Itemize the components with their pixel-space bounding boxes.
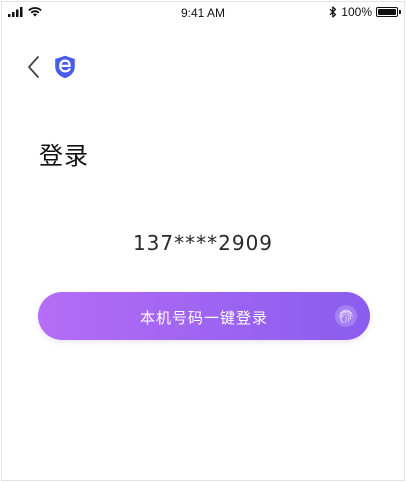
status-right: 100% xyxy=(329,5,401,19)
shield-e-logo-icon xyxy=(55,55,75,79)
login-button-label: 本机号码一键登录 xyxy=(139,310,268,327)
battery-icon xyxy=(376,7,401,17)
battery-tip xyxy=(399,10,401,14)
masked-phone-number: 137****2909 xyxy=(132,231,274,255)
battery-percent: 100% xyxy=(341,5,372,19)
bluetooth-icon xyxy=(329,6,337,18)
battery-fill xyxy=(378,9,396,15)
chevron-left-icon[interactable] xyxy=(24,54,44,80)
login-screen: 9:41 AM 100% 登录 137****2909 本机号码一键登录 xyxy=(1,1,405,481)
fingerprint-icon xyxy=(335,305,357,327)
status-bar: 9:41 AM 100% xyxy=(2,2,404,26)
one-tap-login-button[interactable]: 本机号码一键登录 xyxy=(38,292,370,340)
page-title: 登录 xyxy=(39,142,89,170)
